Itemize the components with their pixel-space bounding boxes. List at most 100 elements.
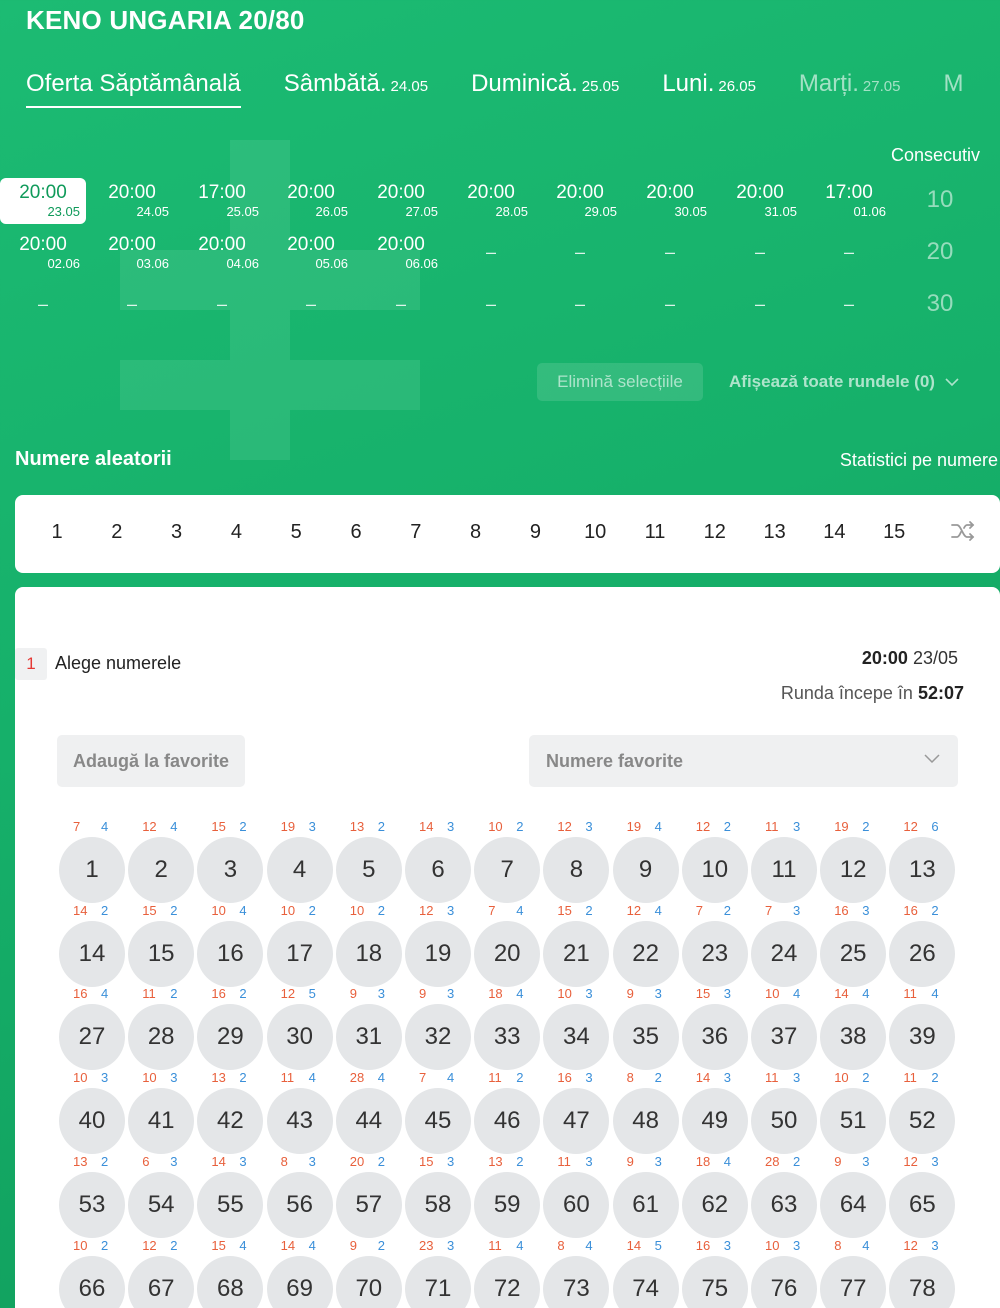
random-count-option[interactable]: 15 — [874, 521, 914, 544]
number-ball[interactable]: 5 — [335, 837, 402, 903]
number-ball[interactable]: 11 — [751, 837, 817, 903]
number-ball[interactable]: 66 — [59, 1255, 125, 1308]
random-count-option[interactable]: 7 — [396, 521, 436, 544]
number-ball[interactable]: 32 — [405, 1004, 471, 1071]
number-ball[interactable]: 13 — [889, 837, 956, 903]
number-ball[interactable]: 51 — [820, 1088, 887, 1155]
number-ball[interactable]: 50 — [751, 1088, 817, 1155]
tab-next-partial[interactable]: M — [943, 70, 963, 108]
number-ball[interactable]: 47 — [543, 1088, 610, 1155]
round-slot[interactable]: 20:00 31.05 — [717, 178, 803, 224]
number-ball[interactable]: 38 — [820, 1004, 887, 1071]
number-ball[interactable]: 29 — [197, 1004, 264, 1071]
number-ball[interactable]: 43 — [266, 1088, 333, 1155]
number-ball[interactable]: 75 — [681, 1255, 748, 1308]
number-ball[interactable]: 14 — [59, 920, 125, 987]
number-statistics-link[interactable]: Statistici pe numere — [840, 450, 998, 471]
round-slot[interactable]: 20:00 23.05 — [0, 178, 86, 224]
number-ball[interactable]: 25 — [820, 920, 887, 987]
consecutive-option[interactable]: 30 — [920, 290, 960, 318]
number-ball[interactable]: 24 — [751, 920, 817, 987]
random-count-option[interactable]: 1 — [37, 521, 77, 544]
number-ball[interactable]: 54 — [128, 1171, 195, 1238]
round-slot[interactable]: 20:00 27.05 — [358, 178, 444, 224]
tab-tuesday[interactable]: Marți. 27.05 — [799, 70, 901, 108]
number-ball[interactable]: 2 — [128, 837, 195, 903]
add-to-favorites-button[interactable]: Adaugă la favorite — [57, 735, 245, 787]
round-slot[interactable]: 20:00 03.06 — [89, 230, 175, 276]
number-ball[interactable]: 61 — [612, 1171, 679, 1238]
number-ball[interactable]: 9 — [612, 837, 679, 903]
random-count-option[interactable]: 13 — [755, 521, 795, 544]
number-ball[interactable]: 42 — [197, 1088, 264, 1155]
number-ball[interactable]: 26 — [889, 920, 956, 987]
random-count-option[interactable]: 4 — [216, 521, 256, 544]
consecutive-option[interactable]: 10 — [920, 186, 960, 214]
random-count-option[interactable]: 9 — [515, 521, 555, 544]
number-ball[interactable]: 12 — [820, 837, 887, 903]
number-ball[interactable]: 34 — [543, 1004, 610, 1071]
random-count-option[interactable]: 14 — [814, 521, 854, 544]
number-ball[interactable]: 40 — [59, 1088, 125, 1155]
number-ball[interactable]: 57 — [335, 1171, 402, 1238]
round-slot[interactable]: 17:00 01.06 — [806, 178, 892, 224]
random-count-option[interactable]: 12 — [695, 521, 735, 544]
number-ball[interactable]: 39 — [889, 1004, 956, 1071]
consecutive-option[interactable]: 20 — [920, 238, 960, 266]
number-ball[interactable]: 55 — [197, 1171, 264, 1238]
number-ball[interactable]: 58 — [405, 1171, 471, 1238]
number-ball[interactable]: 41 — [128, 1088, 195, 1155]
number-ball[interactable]: 48 — [612, 1088, 679, 1155]
show-all-rounds-toggle[interactable]: Afișează toate rundele (0) — [729, 372, 959, 392]
tab-weekly-offer[interactable]: Oferta Săptămânală — [26, 70, 241, 108]
number-ball[interactable]: 74 — [612, 1255, 679, 1308]
number-ball[interactable]: 35 — [612, 1004, 679, 1071]
round-slot[interactable]: 20:00 30.05 — [627, 178, 713, 224]
random-count-option[interactable]: 3 — [157, 521, 197, 544]
number-ball[interactable]: 72 — [474, 1255, 541, 1308]
number-ball[interactable]: 73 — [543, 1255, 610, 1308]
round-slot[interactable]: 20:00 04.06 — [179, 230, 265, 276]
tab-sunday[interactable]: Duminică. 25.05 — [471, 70, 619, 108]
number-ball[interactable]: 44 — [335, 1088, 402, 1155]
number-ball[interactable]: 33 — [474, 1004, 541, 1071]
number-ball[interactable]: 68 — [197, 1255, 264, 1308]
number-ball[interactable]: 60 — [543, 1171, 610, 1238]
number-ball[interactable]: 20 — [474, 920, 541, 987]
favorite-numbers-dropdown[interactable]: Numere favorite — [529, 735, 958, 787]
number-ball[interactable]: 4 — [266, 837, 333, 903]
random-count-option[interactable]: 10 — [575, 521, 615, 544]
number-ball[interactable]: 16 — [197, 920, 264, 987]
round-slot[interactable]: 20:00 24.05 — [89, 178, 175, 224]
number-ball[interactable]: 49 — [681, 1088, 748, 1155]
number-ball[interactable]: 37 — [751, 1004, 817, 1071]
number-ball[interactable]: 1 — [59, 837, 125, 903]
random-count-option[interactable]: 2 — [97, 521, 137, 544]
random-count-option[interactable]: 5 — [276, 521, 316, 544]
number-ball[interactable]: 56 — [266, 1171, 333, 1238]
number-ball[interactable]: 27 — [59, 1004, 125, 1071]
number-ball[interactable]: 53 — [59, 1171, 125, 1238]
round-slot[interactable]: 20:00 06.06 — [358, 230, 444, 276]
number-ball[interactable]: 15 — [128, 920, 195, 987]
number-ball[interactable]: 70 — [335, 1255, 402, 1308]
number-ball[interactable]: 64 — [820, 1171, 887, 1238]
number-ball[interactable]: 65 — [889, 1171, 956, 1238]
number-ball[interactable]: 69 — [266, 1255, 333, 1308]
round-slot[interactable]: 20:00 02.06 — [0, 230, 86, 276]
number-ball[interactable]: 8 — [543, 837, 610, 903]
number-ball[interactable]: 22 — [612, 920, 679, 987]
number-ball[interactable]: 77 — [820, 1255, 887, 1308]
round-slot[interactable]: 17:00 25.05 — [179, 178, 265, 224]
number-ball[interactable]: 28 — [128, 1004, 195, 1071]
number-ball[interactable]: 67 — [128, 1255, 195, 1308]
number-ball[interactable]: 78 — [889, 1255, 956, 1308]
number-ball[interactable]: 36 — [681, 1004, 748, 1071]
round-slot[interactable]: 20:00 28.05 — [448, 178, 534, 224]
number-ball[interactable]: 62 — [681, 1171, 748, 1238]
remove-selections-button[interactable]: Elimină selecțiile — [537, 363, 703, 401]
number-ball[interactable]: 19 — [405, 920, 471, 987]
number-ball[interactable]: 21 — [543, 920, 610, 987]
number-ball[interactable]: 18 — [335, 920, 402, 987]
round-slot[interactable]: 20:00 26.05 — [268, 178, 354, 224]
